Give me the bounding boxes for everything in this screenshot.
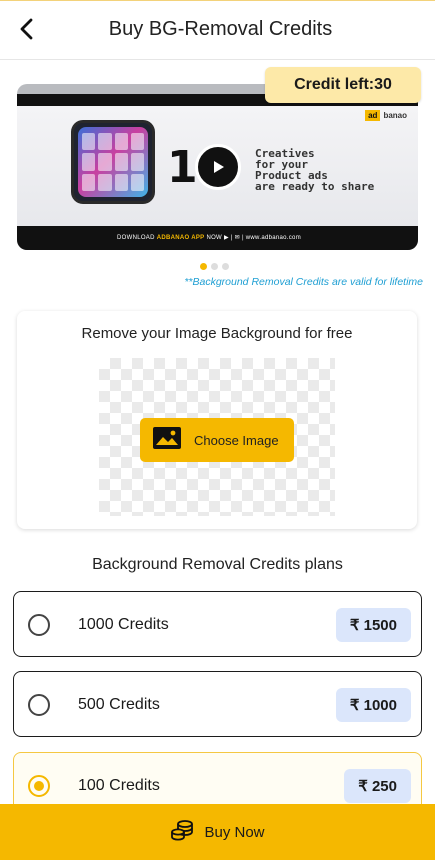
plan-price: ₹ 1000 xyxy=(335,688,411,722)
banner-promo-line4: are ready to share xyxy=(255,180,375,193)
brand-logo-part2: banao xyxy=(383,111,407,120)
carousel-dot[interactable] xyxy=(211,263,218,270)
choose-image-label: Choose Image xyxy=(194,432,279,448)
radio-button[interactable] xyxy=(28,614,50,636)
phone-mockup-image xyxy=(71,120,155,204)
credit-left-badge: Credit left:30 xyxy=(265,67,421,103)
radio-button[interactable] xyxy=(28,694,50,716)
radio-button-selected[interactable] xyxy=(28,775,50,797)
upload-card: Remove your Image Background for free Ch… xyxy=(17,311,417,529)
banner-footer-download: DOWNLOAD xyxy=(117,235,155,241)
plans-title: Background Removal Credits plans xyxy=(92,556,343,573)
banner-footer-brand: ADBANAO APP xyxy=(156,235,205,241)
buy-now-button[interactable]: Buy Now xyxy=(0,804,435,860)
plan-option[interactable]: 500 Credits ₹ 1000 xyxy=(13,671,422,737)
credits-validity-note: **Background Removal Credits are valid f… xyxy=(184,276,423,288)
image-icon xyxy=(152,426,182,455)
carousel-dot[interactable] xyxy=(200,263,207,270)
plan-price: ₹ 250 xyxy=(344,769,411,803)
play-icon[interactable] xyxy=(195,144,241,190)
carousel-indicator xyxy=(200,263,229,270)
carousel-dot[interactable] xyxy=(222,263,229,270)
banner-big-number: 1 xyxy=(167,142,198,193)
coins-icon xyxy=(170,819,194,846)
plan-price: ₹ 1500 xyxy=(335,608,411,642)
brand-logo-part1: ad xyxy=(365,110,381,121)
brand-logo: ad banao xyxy=(365,110,410,121)
choose-image-button[interactable]: Choose Image xyxy=(140,418,294,462)
plan-name: 500 Credits xyxy=(78,696,160,713)
app-header: Buy BG-Removal Credits xyxy=(0,0,435,60)
plan-name: 100 Credits xyxy=(78,777,160,794)
plan-option[interactable]: 1000 Credits ₹ 1500 xyxy=(13,591,422,657)
promo-banner[interactable]: DOWNLOAD ADBANAO APP NOW ▶ | ✉ | www.adb… xyxy=(17,84,418,250)
buy-now-label: Buy Now xyxy=(204,823,265,841)
banner-footer-text: DOWNLOAD ADBANAO APP NOW ▶ | ✉ | www.adb… xyxy=(117,234,301,241)
page-title: Buy BG-Removal Credits xyxy=(108,18,333,40)
banner-promo-text: Creatives for your Product ads are ready… xyxy=(255,148,374,192)
plan-name: 1000 Credits xyxy=(78,616,169,633)
banner-footer-rest: NOW ▶ | ✉ | www.adbanao.com xyxy=(206,235,301,241)
upload-card-title: Remove your Image Background for free xyxy=(81,325,353,342)
